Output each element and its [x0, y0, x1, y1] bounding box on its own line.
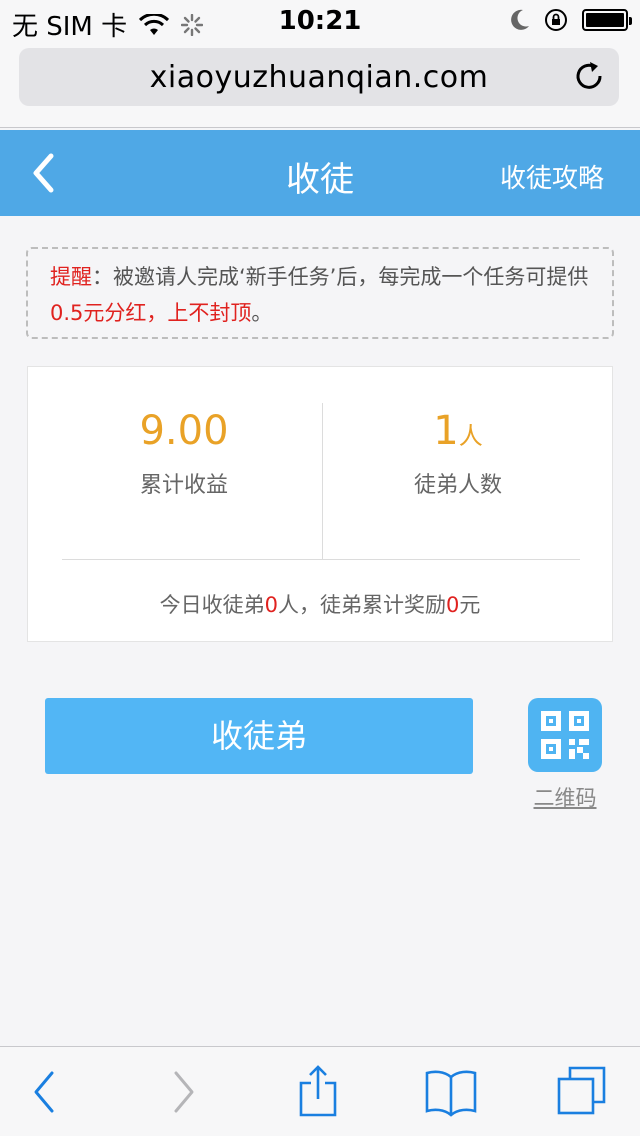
earnings-label: 累计收益 — [139, 473, 228, 498]
disciples-unit: 人 — [458, 422, 483, 450]
recruit-disciple-button[interactable]: 收徒弟 — [45, 698, 473, 774]
notice-end: 。 — [251, 301, 273, 325]
summary-middle: 人，徒弟累计奖励 — [278, 593, 446, 617]
summary-prefix: 今日收徒弟 — [159, 593, 265, 617]
qr-code-button[interactable] — [528, 698, 602, 772]
forward-arrow-icon[interactable] — [168, 1067, 198, 1117]
status-right — [510, 8, 632, 32]
reminder-notice: 提醒：被邀请人完成‘新手任务’后，每完成一个任务可提供 0.5元分红，上不封顶。 — [26, 247, 614, 339]
reload-icon[interactable] — [573, 60, 605, 92]
rotation-lock-icon — [545, 9, 567, 31]
stats-card: 9.00 累计收益 1人 徒弟人数 今日收徒弟0人，徒弟累计奖励0元 — [27, 366, 613, 642]
total-reward: 0 — [446, 593, 460, 617]
moon-icon — [511, 9, 529, 30]
notice-colon: ： — [92, 265, 113, 289]
today-count: 0 — [264, 593, 278, 617]
url-text: xiaoyuzhuanqian.com — [149, 60, 489, 95]
status-bar: 无 SIM 卡 10:21 — [0, 0, 640, 42]
disciples-value: 1 — [433, 408, 459, 454]
recruit-guide-link[interactable]: 收徒攻略 — [500, 158, 640, 195]
earnings-stat: 9.00 累计收益 — [48, 403, 320, 499]
book-icon[interactable] — [424, 1067, 478, 1117]
horizontal-divider — [62, 559, 580, 560]
summary-suffix: 元 — [459, 593, 481, 617]
notice-label: 提醒 — [50, 265, 92, 289]
disciples-value-row: 1人 — [322, 403, 594, 459]
back-arrow-icon[interactable] — [30, 1067, 60, 1117]
browser-url-area: xiaoyuzhuanqian.com — [0, 40, 640, 128]
notice-text: 被邀请人完成‘新手任务’后，每完成一个任务可提供 — [113, 265, 589, 289]
disciples-label: 徒弟人数 — [413, 473, 502, 498]
earnings-value: 9.00 — [139, 408, 229, 454]
battery-icon — [582, 9, 632, 31]
tabs-icon[interactable] — [556, 1065, 608, 1117]
notice-highlight: 0.5元分红，上不封顶 — [50, 301, 252, 325]
disciples-stat: 1人 徒弟人数 — [322, 403, 594, 499]
browser-toolbar — [0, 1046, 640, 1136]
qr-code-icon — [541, 711, 589, 759]
url-bar[interactable]: xiaoyuzhuanqian.com — [19, 48, 619, 106]
share-icon[interactable] — [298, 1063, 338, 1119]
app-header: 收徒 收徒攻略 — [0, 130, 640, 216]
qr-code-label[interactable]: 二维码 — [520, 782, 610, 812]
battery-fill — [586, 13, 624, 27]
today-summary: 今日收徒弟0人，徒弟累计奖励0元 — [28, 589, 612, 619]
